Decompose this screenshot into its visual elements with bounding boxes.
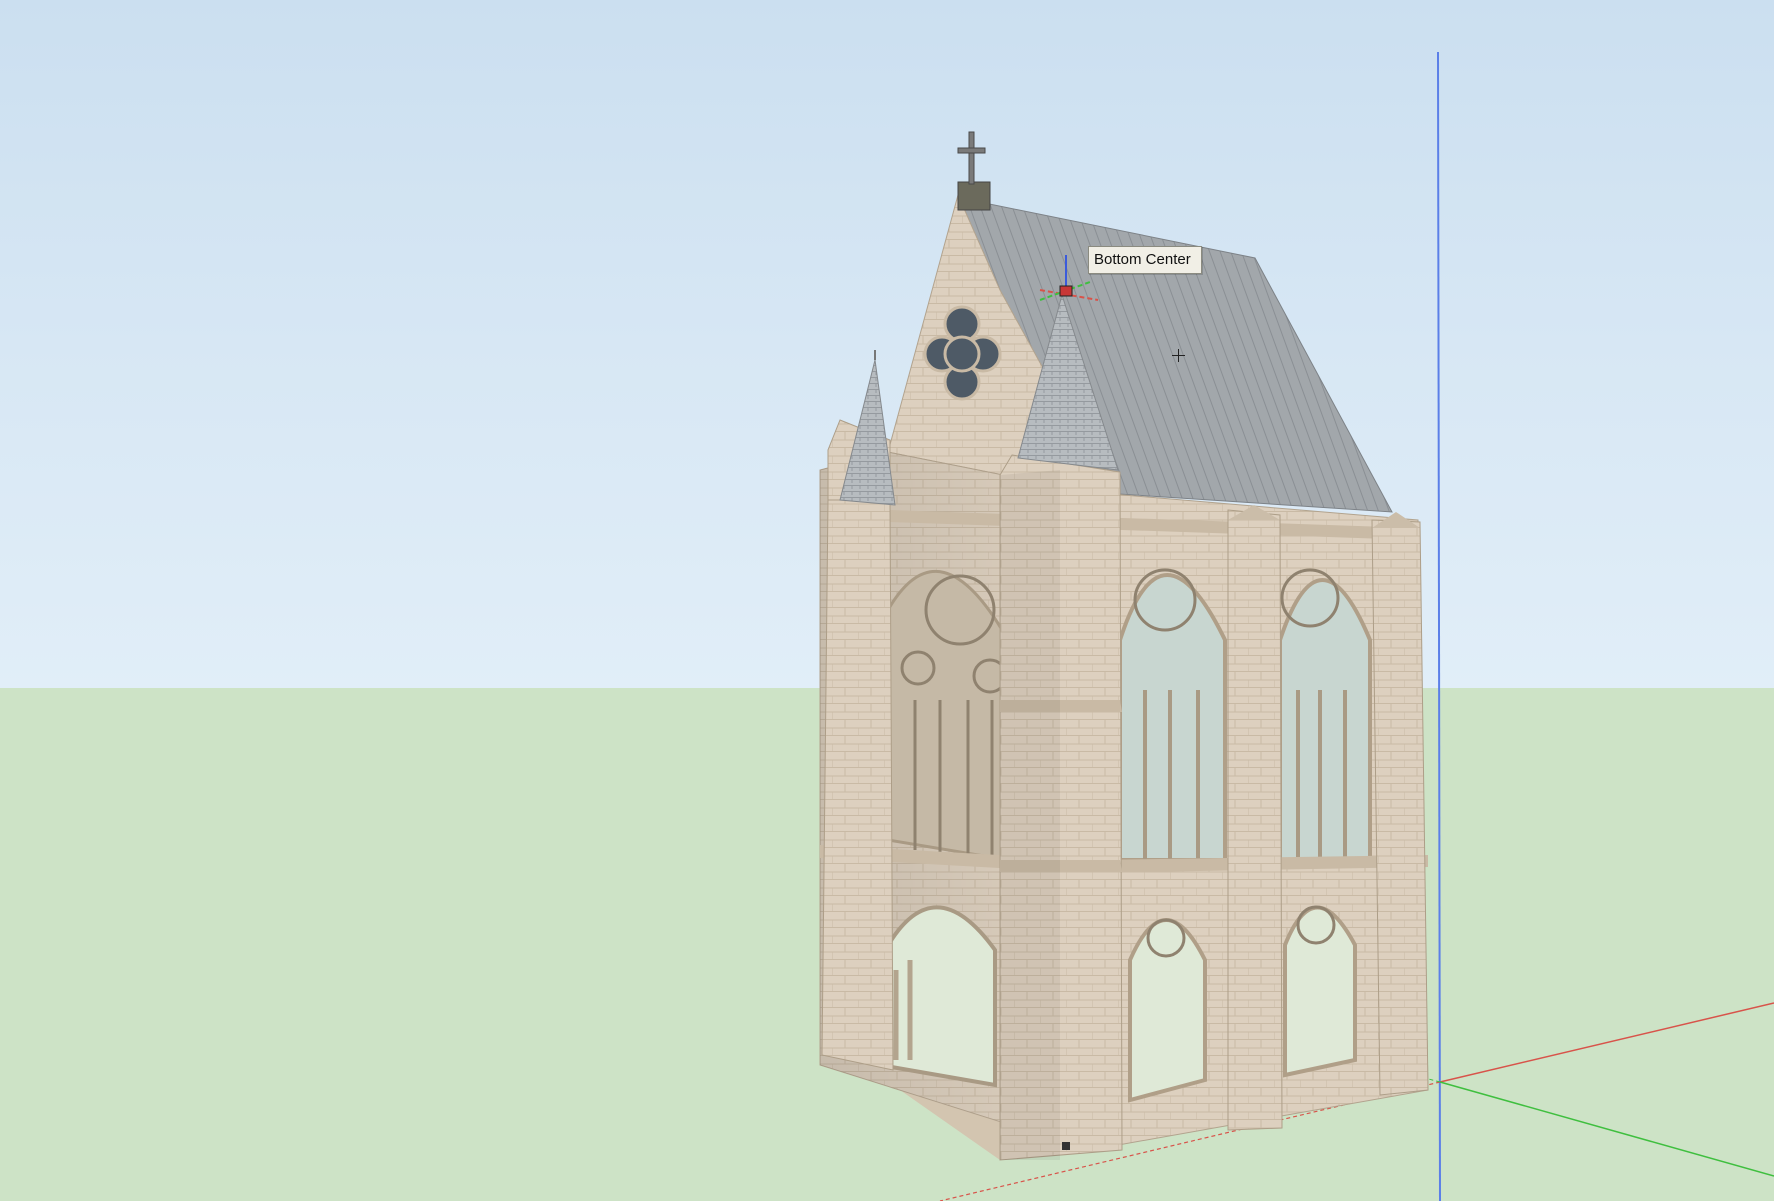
side-arch-lower-2 [1283, 905, 1357, 1078]
cross-icon [957, 131, 986, 185]
side-window-upper-1 [1118, 568, 1227, 862]
crosshair-icon [1172, 349, 1185, 362]
gothic-chapel-model[interactable] [819, 131, 1429, 1161]
buttress-right-1 [1227, 505, 1283, 1131]
front-gothic-window [886, 570, 1010, 862]
3d-viewport[interactable]: Bottom Center [0, 0, 1774, 1201]
buttress-center [999, 454, 1123, 1161]
belfry [957, 181, 991, 211]
side-arch-lower-1 [1128, 918, 1207, 1103]
buttress-right-2 [1371, 512, 1429, 1096]
blue-axis [1437, 51, 1441, 1201]
grip-handle[interactable] [1062, 1142, 1070, 1150]
scene-canvas[interactable] [0, 0, 1774, 1201]
green-axis [1439, 1081, 1774, 1177]
inference-tooltip: Bottom Center [1088, 246, 1202, 274]
red-axis [1439, 1002, 1774, 1083]
buttress-left [821, 419, 894, 1071]
side-window-upper-2 [1278, 568, 1372, 862]
